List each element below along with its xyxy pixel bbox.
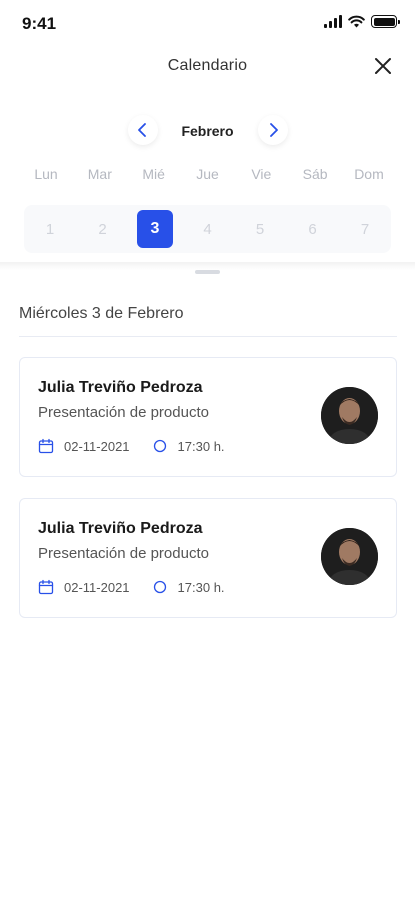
day-number: 6 [308,220,317,238]
event-title: Presentación de producto [38,545,209,562]
status-time: 9:41 [22,14,57,33]
chevron-right-icon [270,123,278,137]
event-time: 17:30 h. [177,438,225,454]
event-card[interactable]: Julia Treviño Pedroza Presentación de pr… [19,498,397,618]
weekday-label: Lun [34,166,58,182]
day-cell[interactable]: 5 [234,205,286,253]
calendar-icon [38,438,54,454]
avatar [321,528,378,585]
weekday-label: Jue [196,166,219,182]
event-person-name: Julia Treviño Pedroza [38,379,203,396]
event-meta: 02-11-2021 17:30 h. [38,438,225,454]
day-cell[interactable]: 4 [182,205,234,253]
day-number: 3 [137,210,173,248]
weekday-label: Mar [87,166,112,182]
event-title: Presentación de producto [38,404,209,421]
month-selector: Febrero [0,113,415,149]
weekday-label: Dom [354,166,384,182]
event-meta: 02-11-2021 17:30 h. [38,579,225,595]
day-cell[interactable]: 2 [77,205,129,253]
day-cell-selected[interactable]: 3 [129,205,181,253]
page-title: Calendario [167,57,248,74]
clock-icon [152,579,168,595]
day-cell[interactable]: 1 [24,205,76,253]
clock-icon [152,438,168,454]
month-label: Febrero [181,123,234,139]
wifi-icon [348,15,365,28]
weekday-label: Sáb [302,166,328,182]
weekday-header: Lun Mar Mié Jue Vie Sáb Dom [20,166,395,182]
day-number: 2 [98,220,107,238]
calendar-shadow [0,262,415,270]
event-card[interactable]: Julia Treviño Pedroza Presentación de pr… [19,357,397,477]
status-bar: 9:41 [0,0,415,48]
day-number: 5 [255,220,265,238]
calendar-icon [38,579,54,595]
day-number: 1 [45,220,55,238]
battery-icon [371,15,400,28]
day-number: 7 [360,220,370,238]
weekday-label: Mié [142,166,165,182]
avatar [321,387,378,444]
event-date: 02-11-2021 [64,438,130,454]
close-button[interactable] [371,54,395,78]
day-number: 4 [203,220,212,238]
date-heading: Miércoles 3 de Febrero [19,305,184,322]
day-cell[interactable]: 7 [339,205,391,253]
close-icon [375,58,391,74]
signal-icon [324,15,342,28]
next-month-button[interactable] [258,115,288,145]
event-time: 17:30 h. [177,579,225,595]
day-strip: 1 2 3 4 5 6 7 [24,205,391,253]
event-date: 02-11-2021 [64,579,130,595]
drag-handle[interactable] [195,270,220,274]
event-person-name: Julia Treviño Pedroza [38,520,203,537]
day-cell[interactable]: 6 [287,205,339,253]
weekday-label: Vie [251,166,272,182]
status-icons [324,15,400,28]
divider [19,336,397,337]
